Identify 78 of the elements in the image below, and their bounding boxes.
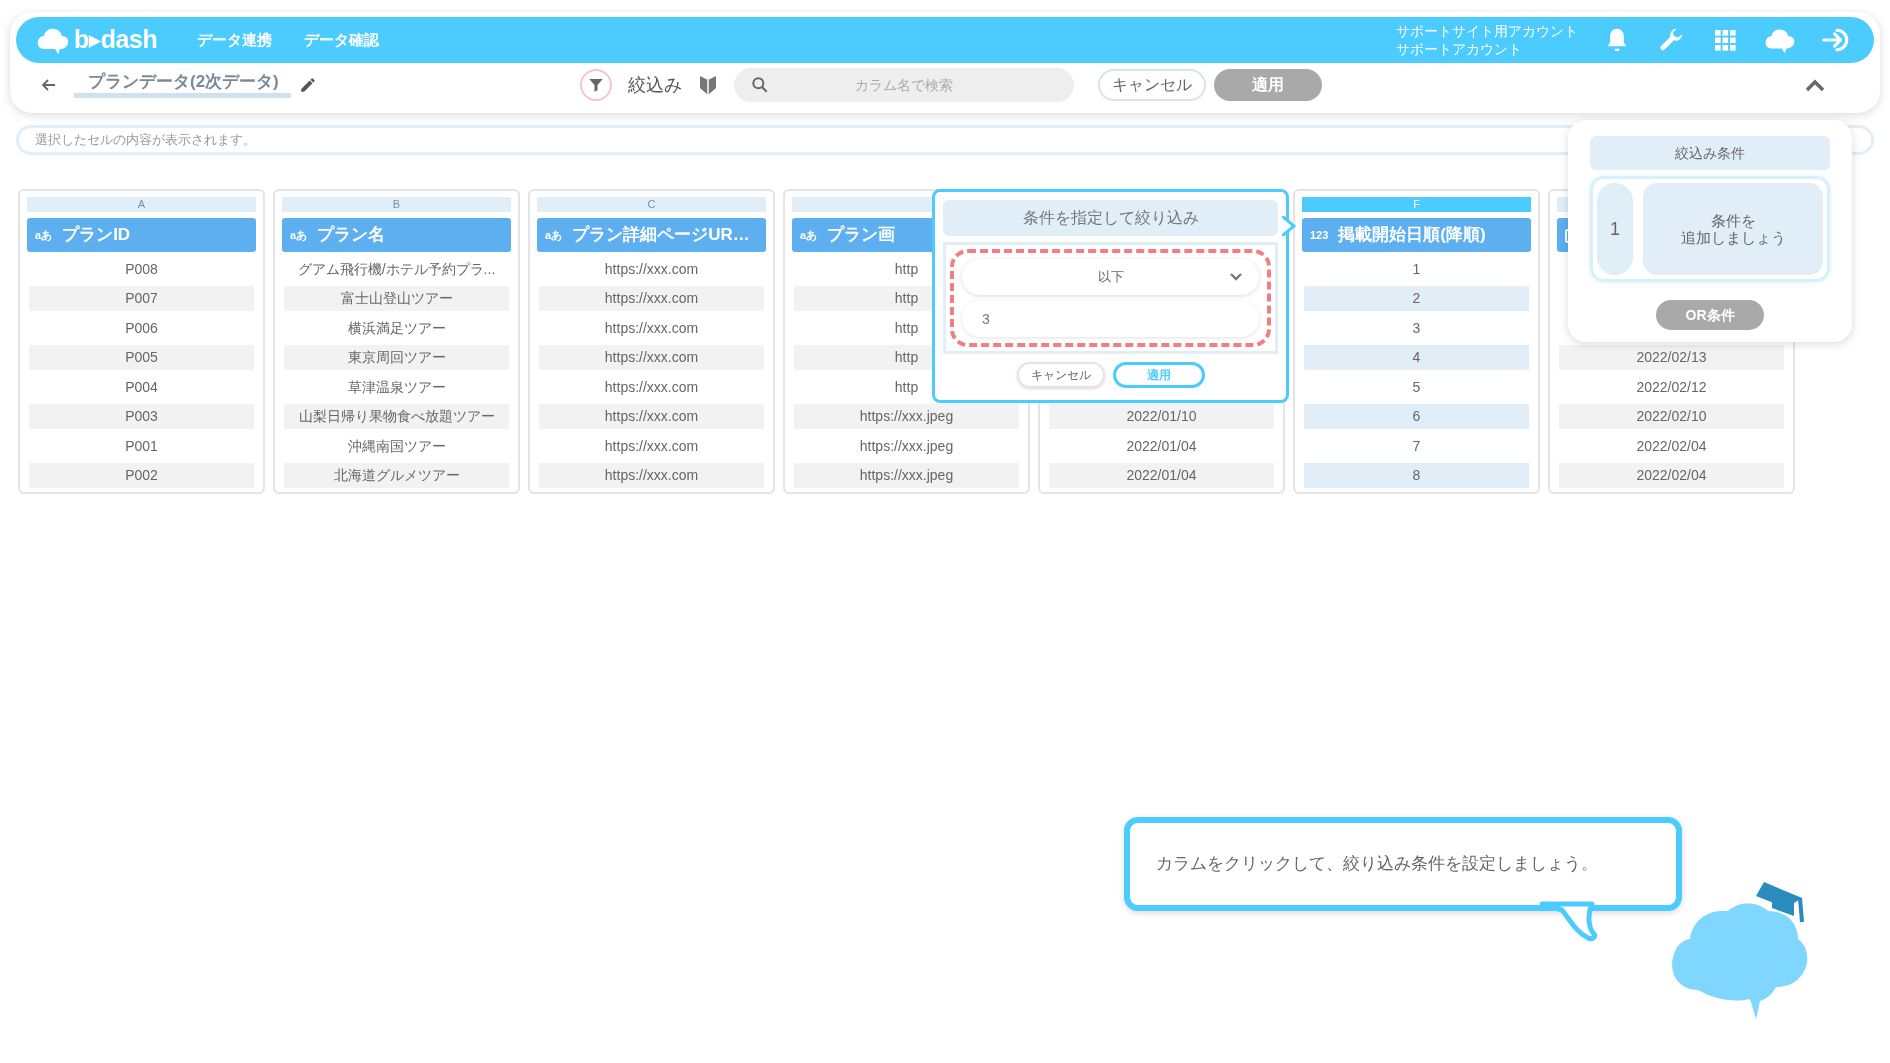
column-letter[interactable]: B [282,197,511,212]
table-cell[interactable]: 横浜満足ツアー [284,315,509,341]
column-letter[interactable]: C [537,197,766,212]
shield-icon[interactable] [698,73,718,97]
type-label: aあ [35,227,53,243]
table-cell[interactable]: 2022/02/10 [1559,404,1784,429]
type-label: aあ [545,227,563,243]
table-cell[interactable]: 2022/02/12 [1559,374,1784,400]
value-field[interactable]: 3 [962,301,1259,337]
table-cell[interactable]: https://xxx.com [539,404,764,429]
table-cell[interactable]: 2022/02/13 [1559,345,1784,370]
add-condition-button[interactable]: 条件を 追加しましょう [1643,183,1823,275]
table-cell[interactable]: 8 [1304,463,1529,488]
filter-label: 絞込み [628,73,682,97]
pencil-icon[interactable] [298,76,317,94]
header-label: プラン名 [317,224,386,247]
table-cell[interactable]: https://xxx.com [539,463,764,488]
account-name: サポートアカウント [1396,40,1523,59]
table-cell[interactable]: https://xxx.jpeg [794,404,1019,429]
table-cell[interactable]: 5 [1304,374,1529,400]
header-label: 掲載開始日順(降順) [1338,224,1486,247]
table-cell[interactable]: P006 [29,315,254,341]
table-cell[interactable]: https://xxx.jpeg [794,463,1019,488]
table-cell[interactable]: 2022/02/04 [1559,433,1784,459]
type-label: aあ [800,227,818,243]
table-cell[interactable]: P003 [29,404,254,429]
table-cell[interactable]: https://xxx.com [539,433,764,459]
table-cell[interactable]: P004 [29,374,254,400]
header-label: プラン画 [827,224,896,247]
page-title[interactable]: プランデータ(2次データ) [74,72,291,98]
table-cell[interactable]: 7 [1304,433,1529,459]
table-cell[interactable]: https://xxx.com [539,256,764,282]
table-cell[interactable]: 富士山登山ツアー [284,286,509,311]
group-number: 1 [1597,183,1633,275]
account-site: サポートサイト用アカウント [1396,21,1578,40]
table-cell[interactable]: P002 [29,463,254,488]
table-cell[interactable]: 6 [1304,404,1529,429]
table-cell[interactable]: P008 [29,256,254,282]
table-cell[interactable]: 2022/02/04 [1559,463,1784,488]
table-cell[interactable]: https://xxx.com [539,345,764,370]
table-cell[interactable]: 2022/01/10 [1049,404,1274,429]
chevron-down-icon [1229,272,1243,282]
table-cell[interactable]: 3 [1304,315,1529,341]
popup-title: 条件を指定して絞り込み [943,200,1278,236]
search-icon [750,75,770,95]
table-cell[interactable]: https://xxx.jpeg [794,433,1019,459]
collapse-chevron-icon[interactable] [1804,77,1826,93]
table-cell[interactable]: 山梨日帰り果物食べ放題ツアー [284,404,509,429]
operator-value: 以下 [1097,268,1124,287]
filter-icon [587,76,605,94]
operator-select[interactable]: 以下 [962,259,1259,295]
table-cell[interactable]: P005 [29,345,254,370]
table-cell[interactable]: https://xxx.com [539,374,764,400]
search-field[interactable]: カラム名で検索 [734,68,1074,102]
table-cell[interactable]: https://xxx.com [539,286,764,311]
table-cell[interactable]: 4 [1304,345,1529,370]
table-cell[interactable]: 2 [1304,286,1529,311]
header-label: プラン詳細ページUR… [572,224,750,247]
table-cell[interactable]: 北海道グルメツアー [284,463,509,488]
header-label: プランID [62,224,131,247]
table-cell[interactable]: 1 [1304,256,1529,282]
panel-title: 絞込み条件 [1590,136,1830,170]
table-cell[interactable]: グアム飛行機/ホテル予約プラ... [284,256,509,282]
table-cell[interactable]: https://xxx.com [539,315,764,341]
cancel-button[interactable]: キャンセル [1016,362,1105,388]
column-letter[interactable]: A [27,197,256,212]
cancel-button[interactable]: キャンセル [1098,69,1206,101]
type-label: aあ [290,227,308,243]
table-cell[interactable]: 2022/01/04 [1049,433,1274,459]
table-cell[interactable]: 東京周回ツアー [284,345,509,370]
table-cell[interactable]: 沖縄南国ツアー [284,433,509,459]
filter-button[interactable] [580,69,612,101]
table-cell[interactable]: P001 [29,433,254,459]
table-cell[interactable]: 草津温泉ツアー [284,374,509,400]
type-label: 123 [1310,227,1329,243]
search-input[interactable]: カラム名で検索 [774,72,1034,98]
table-cell[interactable]: P007 [29,286,254,311]
table-cell[interactable]: 2022/01/04 [1049,463,1274,488]
